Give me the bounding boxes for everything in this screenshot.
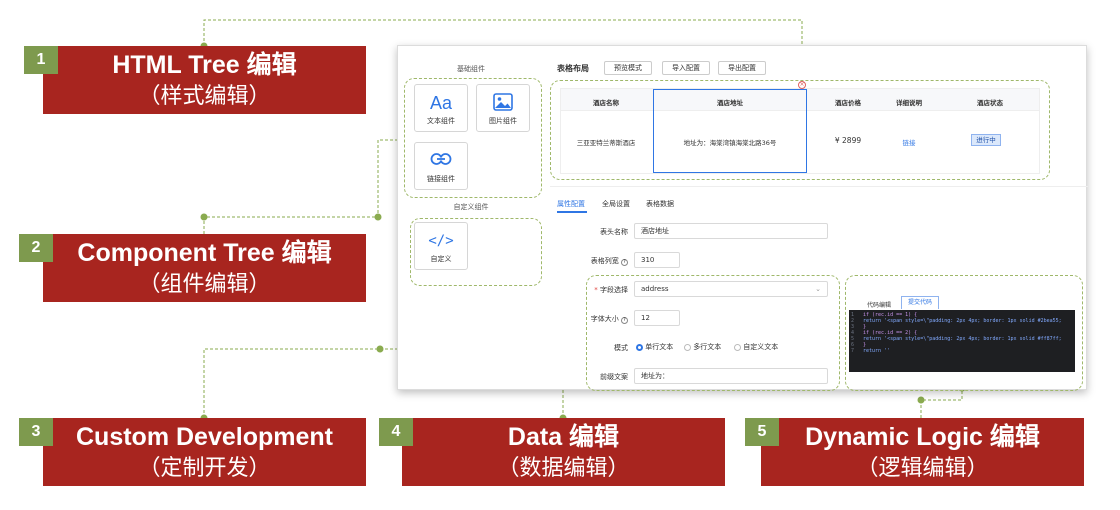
table-header-cell: 详细说明 bbox=[896, 99, 922, 107]
column-width-label: 表格列宽 ? bbox=[578, 256, 628, 266]
font-size-label-text: 字体大小 bbox=[590, 315, 619, 323]
image-component-card[interactable]: 图片组件 bbox=[476, 84, 530, 132]
image-icon bbox=[477, 93, 529, 116]
hotel-table: 酒店名称 酒店地址 酒店价格 详细说明 酒店状态 三亚亚特兰蒂斯酒店 地址为：海… bbox=[560, 88, 1040, 174]
header-name-input[interactable]: 酒店地址 bbox=[634, 223, 828, 239]
custom-component-card[interactable]: </> 自定义 bbox=[414, 222, 468, 270]
code-line-number: 7 bbox=[851, 348, 855, 354]
hotel-price-cell: ¥ 2899 bbox=[834, 136, 862, 145]
hotel-detail-link[interactable]: 链接 bbox=[879, 137, 939, 147]
callout-subtitle: （样式编辑） bbox=[138, 84, 271, 109]
editor-screenshot: 基础组件 Aa 文本组件 图片组件 链接组件 自定义组件 </> 自定义 表格布… bbox=[397, 45, 1088, 391]
font-size-input[interactable]: 12 bbox=[634, 310, 680, 326]
help-icon: ? bbox=[621, 317, 628, 324]
export-config-button[interactable]: 导出配置 bbox=[718, 61, 766, 75]
prefix-label: 前缀文案 bbox=[600, 373, 628, 381]
table-header-cell: 酒店价格 bbox=[835, 99, 861, 107]
field-select[interactable]: address ⌄ bbox=[634, 281, 828, 297]
table-header-cell: 酒店名称 bbox=[593, 99, 619, 107]
table-header-cell: 酒店状态 bbox=[977, 99, 1003, 107]
text-component-card[interactable]: Aa 文本组件 bbox=[414, 84, 468, 132]
basic-components-title: 基础组件 bbox=[457, 65, 485, 73]
tab-code-edit[interactable]: 代码编辑 bbox=[867, 300, 891, 309]
divider bbox=[550, 186, 1088, 187]
font-size-label: 字体大小 ? bbox=[578, 314, 628, 324]
callout-data: Data 编辑 （数据编辑） bbox=[402, 418, 725, 486]
field-select-label-text: 字段选择 bbox=[600, 286, 628, 294]
link-icon bbox=[415, 151, 467, 171]
callout-custom-development: Custom Development （定制开发） bbox=[43, 418, 366, 486]
callout-title: Custom Development bbox=[76, 423, 333, 451]
callout-subtitle: （定制开发） bbox=[138, 456, 271, 481]
callout-title: Component Tree 编辑 bbox=[77, 239, 332, 267]
image-component-label: 图片组件 bbox=[489, 117, 517, 125]
hotel-name-cell: 三亚亚特兰蒂斯酒店 bbox=[576, 139, 636, 147]
preview-mode-button[interactable]: 预览模式 bbox=[604, 61, 652, 75]
table-layout-title: 表格布局 bbox=[557, 64, 589, 73]
status-badge: 进行中 bbox=[971, 134, 1001, 146]
callout-title: Dynamic Logic 编辑 bbox=[805, 423, 1040, 451]
callout-badge: 3 bbox=[19, 418, 53, 446]
tab-submit-code[interactable]: 提交代码 bbox=[901, 296, 939, 309]
field-select-value: address bbox=[641, 285, 669, 293]
mode-radio-single[interactable]: 单行文本 bbox=[636, 342, 673, 352]
help-icon: ? bbox=[621, 259, 628, 266]
callout-subtitle: （逻辑编辑） bbox=[856, 456, 989, 481]
link-component-label: 链接组件 bbox=[427, 175, 455, 183]
code-icon: </> bbox=[428, 233, 454, 249]
tab-property-config[interactable]: 属性配置 bbox=[557, 199, 585, 209]
mode-radio-custom[interactable]: 自定义文本 bbox=[734, 342, 778, 352]
import-config-button[interactable]: 导入配置 bbox=[662, 61, 710, 75]
column-width-input[interactable]: 310 bbox=[634, 252, 680, 268]
callout-title: HTML Tree 编辑 bbox=[112, 51, 297, 79]
tab-global-settings[interactable]: 全局设置 bbox=[602, 199, 630, 209]
code-line: return '' bbox=[863, 348, 891, 354]
callout-subtitle: （组件编辑） bbox=[138, 272, 271, 297]
column-width-label-text: 表格列宽 bbox=[590, 257, 619, 265]
custom-components-title: 自定义组件 bbox=[453, 203, 489, 211]
mode-label: 模式 bbox=[614, 344, 628, 352]
text-component-label: 文本组件 bbox=[427, 117, 455, 125]
connector-5 bbox=[920, 388, 963, 418]
mode-option-label: 多行文本 bbox=[693, 343, 722, 351]
callout-badge: 5 bbox=[745, 418, 779, 446]
callout-subtitle: （数据编辑） bbox=[497, 456, 630, 481]
remove-column-icon[interactable]: × bbox=[798, 81, 806, 89]
radio-checked-icon bbox=[636, 343, 643, 351]
callout-dynamic-logic: Dynamic Logic 编辑 （逻辑编辑） bbox=[761, 418, 1084, 486]
custom-component-label: 自定义 bbox=[430, 255, 452, 263]
prefix-input[interactable]: 地址为： bbox=[634, 368, 828, 384]
mode-option-label: 自定义文本 bbox=[743, 343, 779, 351]
selected-column-outline[interactable] bbox=[653, 89, 807, 173]
tab-table-data[interactable]: 表格数据 bbox=[646, 199, 674, 209]
link-component-card[interactable]: 链接组件 bbox=[414, 142, 468, 190]
chevron-down-icon: ⌄ bbox=[815, 285, 821, 293]
text-icon: Aa bbox=[429, 93, 453, 113]
active-tab-indicator bbox=[557, 211, 587, 213]
callout-html-tree: HTML Tree 编辑 （样式编辑） bbox=[43, 46, 366, 114]
header-name-label: 表头名称 bbox=[600, 228, 628, 236]
callout-badge: 4 bbox=[379, 418, 413, 446]
mode-option-label: 单行文本 bbox=[645, 343, 674, 351]
callout-badge: 2 bbox=[19, 234, 53, 262]
field-select-label: * 字段选择 bbox=[594, 286, 628, 294]
mode-radio-multi[interactable]: 多行文本 bbox=[684, 342, 721, 352]
radio-unchecked-icon bbox=[684, 343, 691, 351]
callout-badge: 1 bbox=[24, 46, 58, 74]
radio-unchecked-icon bbox=[734, 343, 741, 351]
callout-component-tree: Component Tree 编辑 （组件编辑） bbox=[43, 234, 366, 302]
callout-title: Data 编辑 bbox=[507, 423, 620, 451]
connector-2 bbox=[203, 139, 405, 234]
code-editor[interactable]: 代码编辑 提交代码 1 2 3 4 5 6 7 if (rec.id == 1)… bbox=[849, 292, 1075, 372]
